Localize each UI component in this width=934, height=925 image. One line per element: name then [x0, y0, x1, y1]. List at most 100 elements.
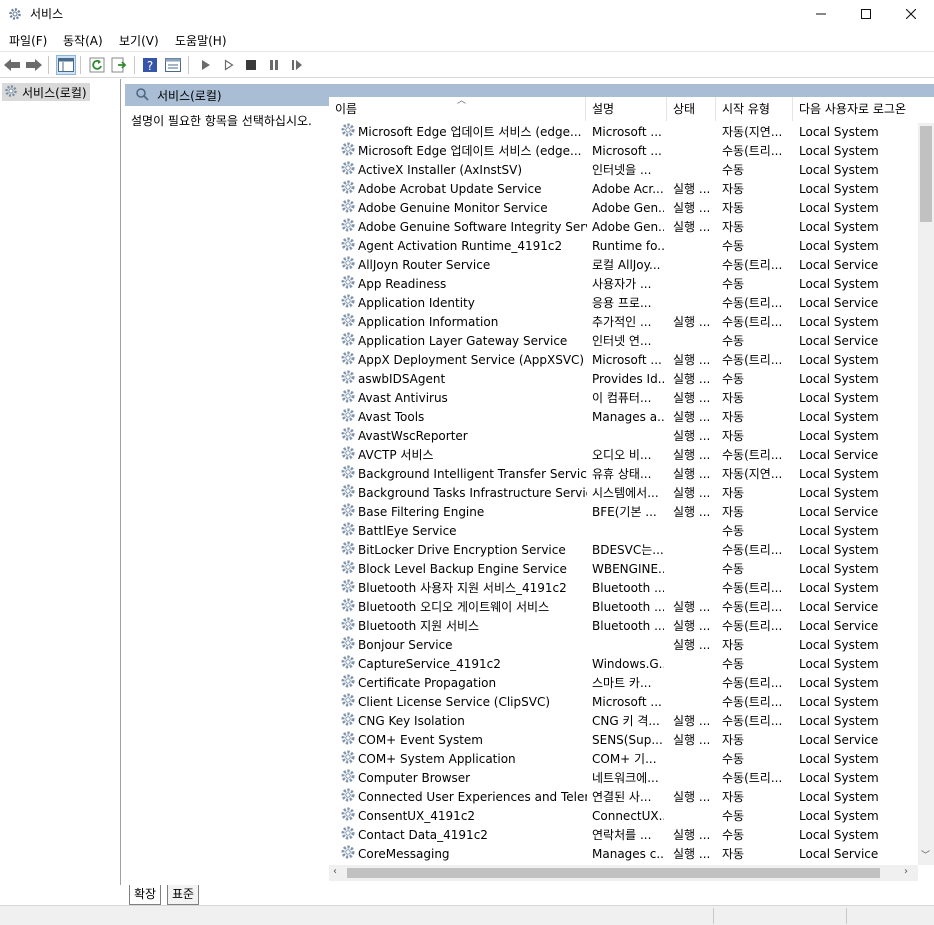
column-header-description[interactable]: 설명	[586, 97, 667, 121]
table-row[interactable]: Adobe Acrobat Update Service Adobe Acr...…	[329, 180, 918, 199]
close-button[interactable]	[888, 0, 934, 28]
service-gear-icon	[340, 465, 356, 484]
scroll-left-icon[interactable]: ‹	[333, 866, 337, 877]
service-logon-as: Local System	[799, 638, 879, 652]
service-gear-icon	[340, 845, 356, 864]
resume-service-icon[interactable]	[287, 55, 307, 75]
service-logon-as: Local System	[799, 676, 879, 690]
menu-file[interactable]: 파일(F)	[9, 32, 47, 49]
table-row[interactable]: Avast Tools Manages a... 실행 ... 자동 Local Sys…	[329, 408, 918, 427]
back-arrow-icon[interactable]	[2, 55, 22, 75]
horizontal-scrollbar[interactable]: ‹ ›	[329, 865, 918, 881]
table-row[interactable]: Client License Service (ClipSVC) Microsof…	[329, 693, 918, 712]
service-status	[673, 807, 721, 826]
minimize-button[interactable]	[798, 0, 844, 28]
column-header-logon-as[interactable]: 다음 사용자로 로그온	[793, 97, 918, 121]
service-startup-type: 수동(트리...	[722, 258, 783, 272]
refresh-icon[interactable]	[87, 55, 107, 75]
service-gear-icon	[340, 142, 356, 161]
table-row[interactable]: ActiveX Installer (AxInstSV) 인터넷을 ... 수동 Lo…	[329, 161, 918, 180]
service-description: COM+ 기...	[592, 752, 657, 766]
service-gear-icon	[340, 484, 356, 503]
table-row[interactable]: Application Identity 응용 프로... 수동(트리... Loca…	[329, 294, 918, 313]
table-row[interactable]: Agent Activation Runtime_4191c2 Runtime f…	[329, 237, 918, 256]
column-header-name[interactable]: 이름 ︿	[329, 97, 586, 121]
service-startup-type: 자동	[722, 182, 745, 196]
table-row[interactable]: Microsoft Edge 업데이트 서비스 (edge... Microsof…	[329, 142, 918, 161]
table-row[interactable]: AppX Deployment Service (AppXSVC) Microso…	[329, 351, 918, 370]
table-row[interactable]: AVCTP 서비스 오디오 비... 실행 ... 수동(트리... Local Ser…	[329, 446, 918, 465]
service-description	[592, 522, 664, 541]
service-name: Background Tasks Infrastructure Service	[358, 486, 587, 500]
start-service-icon[interactable]	[196, 55, 216, 75]
service-name-cell: Contact Data_4191c2	[340, 826, 587, 845]
stop-service-icon[interactable]	[241, 55, 261, 75]
column-header-status[interactable]: 상태	[667, 97, 716, 121]
vertical-scroll-thumb[interactable]	[920, 126, 932, 222]
horizontal-scroll-thumb[interactable]	[347, 868, 880, 878]
table-row[interactable]: aswbIDSAgent Provides Id... 실행 ... 수동 Local …	[329, 370, 918, 389]
table-row[interactable]: Application Layer Gateway Service 인터넷 연..…	[329, 332, 918, 351]
service-logon-as: Local Service	[799, 619, 879, 633]
service-status: 실행 ...	[673, 505, 711, 519]
tab-extended[interactable]: 확장	[129, 885, 162, 905]
service-name: Application Identity	[358, 296, 475, 310]
service-name: Application Layer Gateway Service	[358, 334, 568, 348]
table-row[interactable]: BattlEye Service 수동 Local System	[329, 522, 918, 541]
maximize-button[interactable]	[843, 0, 889, 28]
table-row[interactable]: Microsoft Edge 업데이트 서비스 (edge... Microsof…	[329, 123, 918, 142]
table-row[interactable]: Adobe Genuine Monitor Service Adobe Gen..…	[329, 199, 918, 218]
service-logon-as: Local System	[799, 809, 879, 823]
scroll-right-icon[interactable]: ›	[904, 866, 908, 877]
table-row[interactable]: AvastWscReporter 실행 ... 자동 Local System	[329, 427, 918, 446]
show-hide-console-tree-icon[interactable]	[56, 55, 76, 75]
menu-action[interactable]: 동작(A)	[63, 32, 103, 49]
table-row[interactable]: Certificate Propagation 스마트 카... 수동(트리... L…	[329, 674, 918, 693]
table-row[interactable]: Computer Browser 네트워크에... 수동(트리... Local Sy…	[329, 769, 918, 788]
service-gear-icon	[340, 560, 356, 579]
column-header-startup-type[interactable]: 시작 유형	[716, 97, 793, 121]
forward-arrow-icon[interactable]	[24, 55, 44, 75]
table-row[interactable]: App Readiness 사용자가 ... 수동 Local System	[329, 275, 918, 294]
service-name-cell: CaptureService_4191c2	[340, 655, 587, 674]
table-row[interactable]: Base Filtering Engine BFE(기본 ... 실행 ... 자동 L…	[329, 503, 918, 522]
properties-pane-icon[interactable]	[163, 55, 183, 75]
table-row[interactable]: Application Information 추가적인 ... 실행 ... 수동(…	[329, 313, 918, 332]
pause-service-icon[interactable]	[264, 55, 284, 75]
service-logon-as: Local System	[799, 125, 879, 139]
services-gear-icon	[8, 7, 22, 21]
table-row[interactable]: Block Level Backup Engine Service WBENGIN…	[329, 560, 918, 579]
table-row[interactable]: CoreMessaging Manages c... 실행 ... 자동 Local S…	[329, 845, 918, 864]
table-row[interactable]: Background Tasks Infrastructure Service 시…	[329, 484, 918, 503]
scroll-down-icon[interactable]: ﹀	[921, 848, 930, 861]
table-row[interactable]: Adobe Genuine Software Integrity Service…	[329, 218, 918, 237]
table-row[interactable]: COM+ Event System SENS(Sup... 실행 ... 자동 Loca…	[329, 731, 918, 750]
table-row[interactable]: CaptureService_4191c2 Windows.G... 수동 Local…	[329, 655, 918, 674]
export-list-icon[interactable]	[109, 55, 129, 75]
menu-view[interactable]: 보기(V)	[119, 32, 159, 49]
table-row[interactable]: CNG Key Isolation CNG 키 격... 실행 ... 수동(트리..…	[329, 712, 918, 731]
table-row[interactable]: Bluetooth 지원 서비스 Bluetooth ... 실행 ... 수동(트리…	[329, 617, 918, 636]
table-row[interactable]: AllJoyn Router Service 로컬 AllJoy... 수동(트리.…	[329, 256, 918, 275]
tree-node-services-local[interactable]: 서비스(로컬)	[2, 83, 90, 101]
service-name-cell: Connected User Experiences and Telem...	[340, 788, 587, 807]
table-row[interactable]: Avast Antivirus 이 컴퓨터... 실행 ... 자동 Local Sys…	[329, 389, 918, 408]
table-row[interactable]: Bluetooth 사용자 지원 서비스_4191c2 Bluetooth ...…	[329, 579, 918, 598]
help-icon[interactable]: ?	[140, 55, 160, 75]
table-row[interactable]: ConsentUX_4191c2 ConnectUX... 수동 Local Syst…	[329, 807, 918, 826]
service-status	[673, 161, 721, 180]
table-row[interactable]: Connected User Experiences and Telem... 연…	[329, 788, 918, 807]
table-row[interactable]: COM+ System Application COM+ 기... 수동 Local …	[329, 750, 918, 769]
tab-standard[interactable]: 표준	[167, 885, 200, 905]
service-status: 실행 ...	[673, 448, 711, 462]
table-row[interactable]: Bluetooth 오디오 게이트웨이 서비스 Bluetooth ... 실행 .…	[329, 598, 918, 617]
service-gear-icon	[340, 598, 356, 617]
start-service-alt-icon[interactable]	[219, 55, 239, 75]
table-row[interactable]: BitLocker Drive Encryption Service BDESVC…	[329, 541, 918, 560]
vertical-scrollbar[interactable]: ﹀	[918, 123, 934, 865]
table-row[interactable]: Bonjour Service 실행 ... 자동 Local System	[329, 636, 918, 655]
table-row[interactable]: Contact Data_4191c2 연락처를 ... 실행 ... 수동 Local…	[329, 826, 918, 845]
table-row[interactable]: Background Intelligent Transfer Service 유…	[329, 465, 918, 484]
menu-help[interactable]: 도움말(H)	[175, 32, 227, 49]
service-gear-icon	[340, 750, 356, 769]
